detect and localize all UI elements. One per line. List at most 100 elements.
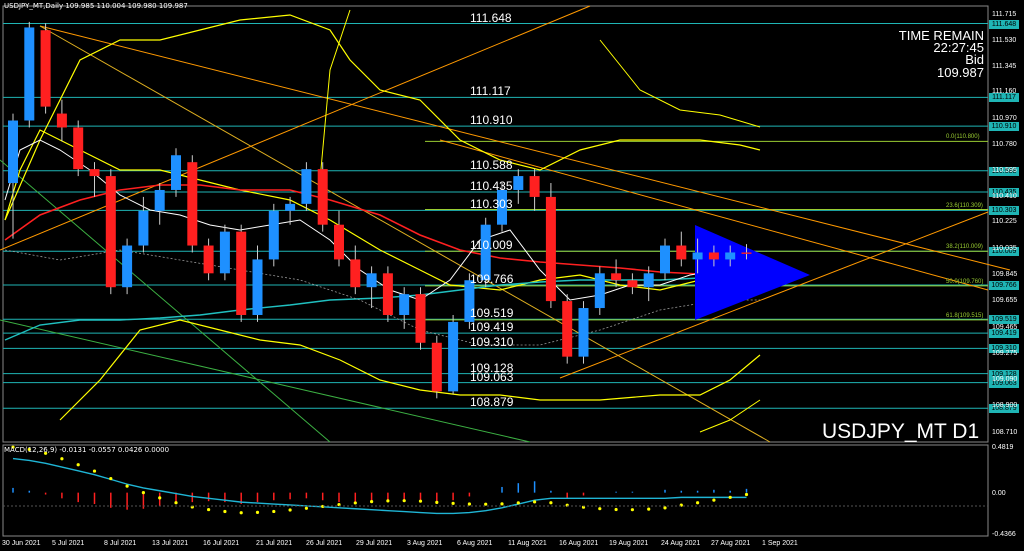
- macd-dot: [467, 502, 471, 506]
- candle-body: [219, 231, 230, 274]
- candle-body: [24, 27, 35, 121]
- candle-body: [578, 308, 589, 357]
- candle: [122, 238, 133, 295]
- level-label: 111.648: [470, 10, 512, 25]
- candle: [415, 287, 426, 350]
- macd-dot: [60, 457, 64, 461]
- macd-dot: [109, 476, 113, 481]
- level-label: 110.910: [470, 113, 513, 128]
- candle: [268, 203, 279, 267]
- date-label: 8 Jul 2021: [104, 540, 137, 547]
- candle-body: [171, 155, 181, 190]
- candle: [187, 155, 198, 253]
- price-axis-label: 110.595: [992, 166, 1017, 174]
- candle-body: [236, 231, 247, 315]
- candle-body: [268, 210, 279, 260]
- price-axis-label: 111.530: [992, 36, 1017, 44]
- date-label: 27 Aug 2021: [711, 540, 751, 547]
- macd-axis-label: 0.4819: [992, 444, 1014, 451]
- price-axis-label: 109.465: [992, 323, 1018, 331]
- candle: [236, 224, 247, 322]
- candle-body: [660, 245, 670, 274]
- fib-label: 61.8(109.515): [946, 312, 984, 319]
- candle-body: [611, 273, 622, 281]
- date-label: 16 Aug 2021: [559, 540, 599, 547]
- level-label: 110.303: [470, 197, 513, 212]
- candle-body: [56, 113, 67, 128]
- candle-body: [350, 259, 361, 288]
- fib-label: 50.0(109.760): [946, 278, 984, 285]
- date-label: 3 Aug 2021: [407, 540, 443, 547]
- date-label: 21 Jul 2021: [256, 540, 293, 547]
- candle: [73, 120, 84, 177]
- macd-dot: [712, 498, 716, 502]
- price-axis-label: 111.715: [992, 11, 1017, 19]
- macd-dot: [533, 500, 537, 504]
- macd-dot: [549, 501, 553, 505]
- price-tag: 110.910: [989, 122, 1019, 132]
- macd-dot: [174, 501, 178, 505]
- date-label: 13 Jul 2021: [152, 540, 189, 547]
- macd-axis-label: 0.00: [992, 489, 1006, 497]
- macd-dot: [696, 501, 700, 505]
- macd-dot: [353, 501, 357, 505]
- level-label: 109.766: [470, 271, 514, 286]
- candle-body: [676, 245, 687, 260]
- price-axis-label: 110.970: [992, 114, 1017, 122]
- macd-dot: [386, 499, 390, 503]
- candle-body: [40, 30, 51, 107]
- level-label: 110.435: [470, 179, 513, 194]
- candle-body: [252, 259, 263, 315]
- price-axis-label: 110.225: [992, 218, 1017, 226]
- candle-body: [513, 176, 524, 190]
- candle-body: [725, 252, 736, 260]
- macd-dot: [598, 507, 602, 511]
- macd-dot: [516, 501, 520, 505]
- macd-dot: [141, 491, 145, 495]
- candle-body: [334, 224, 344, 260]
- candle-body: [154, 189, 165, 211]
- date-label: 11 Aug 2021: [508, 540, 547, 547]
- price-axis-label: 109.090: [992, 375, 1018, 383]
- candle-body: [366, 273, 377, 288]
- candle-body: [382, 273, 393, 315]
- candle: [594, 266, 605, 315]
- candle-body: [317, 169, 328, 225]
- macd-dot: [614, 507, 618, 512]
- macd-dot: [92, 469, 97, 473]
- price-axis-label: 111.345: [992, 62, 1017, 70]
- candle: [24, 21, 35, 128]
- candle: [40, 23, 51, 114]
- candle-body: [529, 176, 540, 197]
- date-label: 16 Jul 2021: [203, 540, 240, 547]
- macd-dot: [484, 502, 488, 506]
- price-axis-label: 111.160: [992, 88, 1017, 96]
- candle: [545, 183, 556, 309]
- date-label: 5 Jul 2021: [52, 540, 85, 547]
- macd-dot: [451, 501, 455, 505]
- macd-header: MACD(12,26,9) -0.0131 -0.0557 0.0426 0.0…: [4, 446, 170, 454]
- candle-body: [545, 196, 556, 302]
- date-label: 26 Jul 2021: [306, 540, 343, 547]
- fib-label: 38.2(110.009): [946, 244, 983, 251]
- candle-body: [105, 176, 116, 288]
- candle-body: [285, 203, 296, 211]
- date-label: 30 Jun 2021: [2, 540, 41, 547]
- price-tag: 110.303: [989, 206, 1019, 216]
- candle: [105, 169, 116, 295]
- level-label: 109.310: [470, 335, 514, 350]
- macd-dot: [418, 499, 423, 503]
- price-axis-label: 109.655: [992, 297, 1018, 305]
- ohlc-header: USDJPY_MT,Daily 109.985 110.004 109.980 …: [4, 2, 188, 10]
- level-label: 111.117: [470, 84, 511, 99]
- macd-dot: [663, 506, 667, 510]
- price-axis-label: 109.845: [992, 271, 1018, 278]
- candle-body: [8, 120, 18, 184]
- bid-value: 109.987: [937, 65, 984, 80]
- candle: [448, 314, 459, 395]
- level-label: 108.879: [470, 395, 514, 410]
- candle: [219, 224, 230, 281]
- level-label: 109.519: [470, 306, 514, 321]
- candle-body: [627, 280, 638, 288]
- candle-body: [89, 169, 100, 177]
